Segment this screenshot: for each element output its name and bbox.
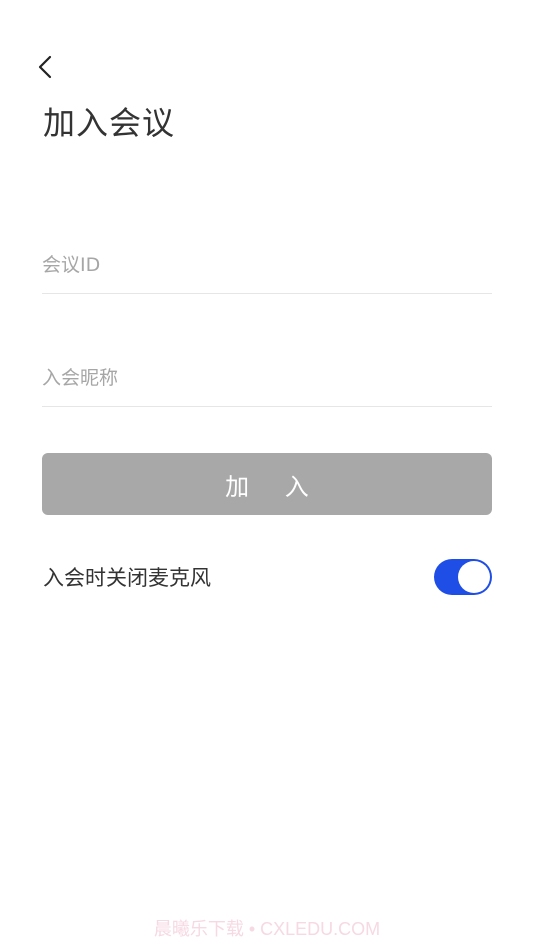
meeting-id-field xyxy=(42,237,492,294)
mute-mic-label: 入会时关闭麦克风 xyxy=(43,566,211,590)
chevron-left-icon xyxy=(38,55,52,79)
toggle-knob xyxy=(458,561,490,593)
nickname-input[interactable] xyxy=(42,350,492,406)
back-button[interactable] xyxy=(30,50,62,84)
page-title: 加入会议 xyxy=(43,104,176,142)
mute-mic-option: 入会时关闭麦克风 xyxy=(43,556,492,600)
join-button[interactable]: 加 入 xyxy=(42,453,492,515)
nickname-field xyxy=(42,350,492,407)
meeting-id-input[interactable] xyxy=(42,237,492,293)
mute-mic-toggle[interactable] xyxy=(434,559,492,595)
watermark: 晨曦乐下载 • CXLEDU.COM xyxy=(153,919,381,939)
